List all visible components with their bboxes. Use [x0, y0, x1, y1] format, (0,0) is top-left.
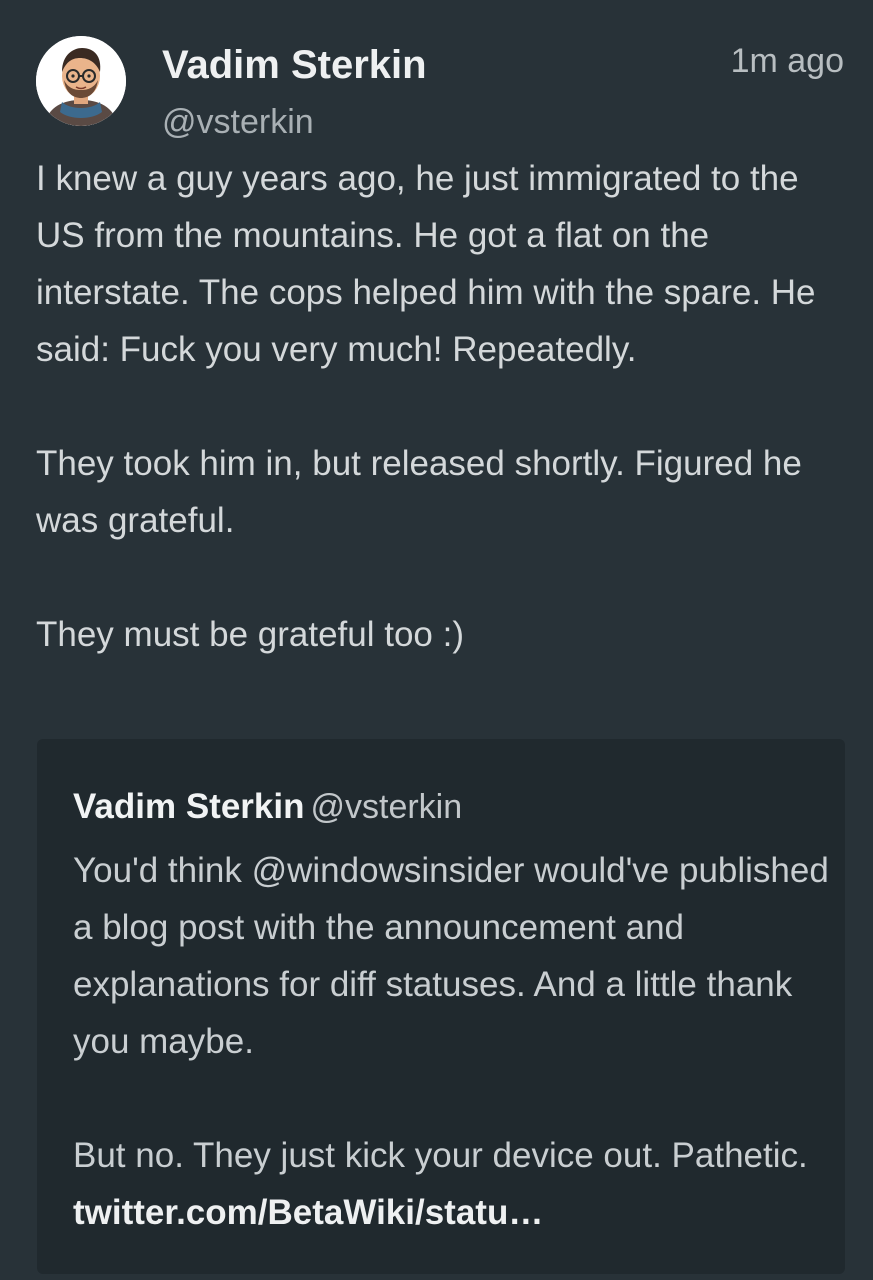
quoted-tweet-header: Vadim Sterkin @vsterkin [73, 784, 462, 837]
quoted-link[interactable]: twitter.com/BetaWiki/statu… [73, 1193, 543, 1232]
tweet-paragraph: They took him in, but released shortly. … [36, 444, 802, 540]
quoted-author-handle: @vsterkin [310, 788, 463, 826]
tweet-paragraph: I knew a guy years ago, he just immigrat… [36, 159, 816, 369]
tweet-card[interactable]: Vadim Sterkin @vsterkin 1m ago I knew a … [0, 0, 873, 1280]
tweet-paragraph: They must be grateful too :) [36, 615, 464, 654]
quoted-tweet[interactable]: Vadim Sterkin @vsterkin You'd think @wind… [37, 739, 845, 1274]
quoted-author-name: Vadim Sterkin [73, 787, 305, 826]
avatar[interactable] [36, 36, 126, 126]
cartoon-avatar-icon [36, 36, 126, 126]
quoted-tweet-body: You'd think @windowsinsider would've pub… [73, 842, 833, 1241]
author-display-name[interactable]: Vadim Sterkin [162, 40, 427, 90]
quoted-paragraph: You'd think @windowsinsider would've pub… [73, 851, 829, 1061]
tweet-body: I knew a guy years ago, he just immigrat… [36, 150, 856, 663]
author-handle[interactable]: @vsterkin [162, 100, 314, 144]
tweet-timestamp: 1m ago [730, 42, 844, 80]
quoted-paragraph-text: But no. They just kick your device out. … [73, 1136, 808, 1175]
quoted-paragraph: But no. They just kick your device out. … [73, 1127, 833, 1241]
